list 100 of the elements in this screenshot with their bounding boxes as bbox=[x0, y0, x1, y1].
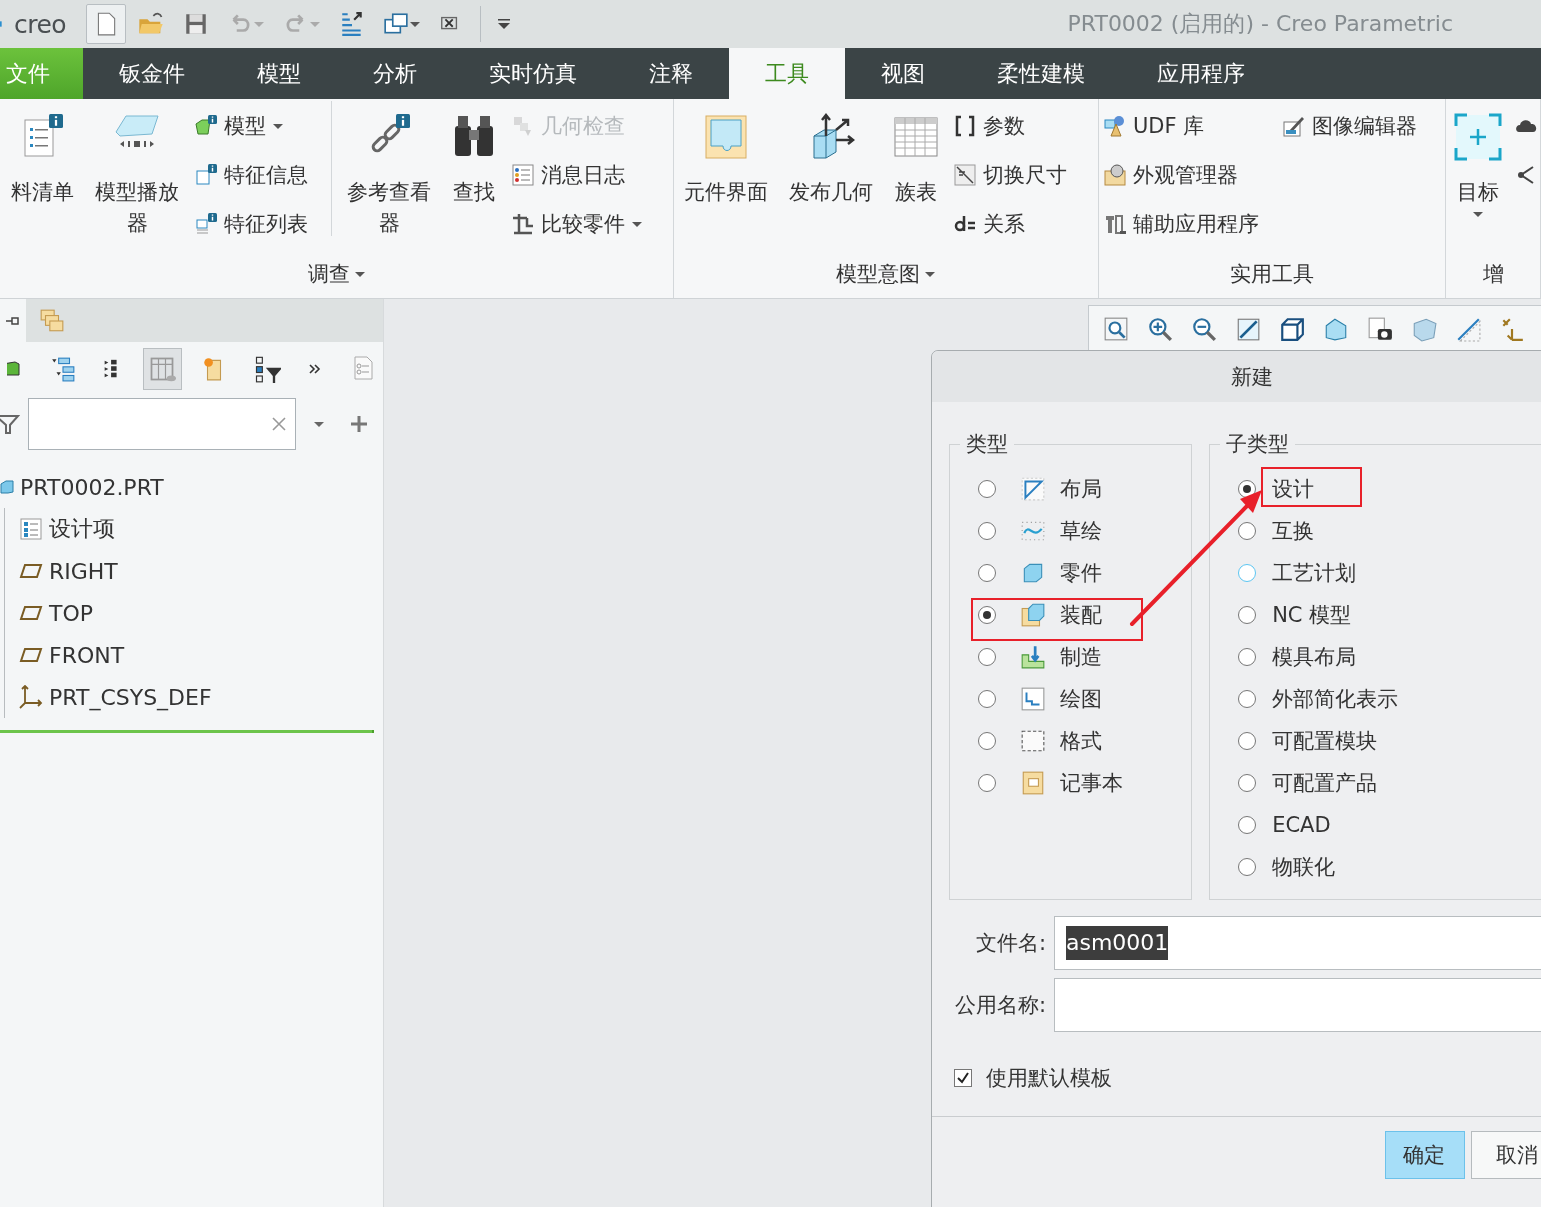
ribbon-button[interactable]: UDF 库 bbox=[1103, 101, 1273, 150]
ribbon-button[interactable]: 模型播放器 bbox=[89, 101, 185, 239]
option-label: 绘图 bbox=[1060, 686, 1102, 713]
ribbon-button[interactable]: 模型 bbox=[194, 101, 322, 150]
list-icon bbox=[19, 517, 43, 541]
cancel-button[interactable]: 取消 bbox=[1471, 1131, 1541, 1179]
radio-button[interactable] bbox=[1238, 480, 1257, 498]
folders-icon bbox=[39, 307, 65, 334]
search-field[interactable] bbox=[28, 398, 296, 450]
sketch-frame-icon bbox=[1020, 476, 1046, 502]
radio-button[interactable] bbox=[1238, 690, 1257, 708]
group-label[interactable]: 实用工具 bbox=[1099, 251, 1445, 297]
ribbon-button[interactable]: 消息日志 bbox=[511, 150, 671, 199]
radio-button[interactable] bbox=[1238, 522, 1257, 540]
ribbon-tab[interactable]: 柔性建模 bbox=[961, 48, 1121, 99]
tree-item[interactable]: RIGHT bbox=[49, 558, 118, 584]
ribbon-button[interactable]: 族表 bbox=[888, 101, 944, 208]
option-label: 格式 bbox=[1060, 728, 1102, 755]
new-button[interactable] bbox=[86, 4, 127, 44]
radio-button[interactable] bbox=[1238, 774, 1257, 792]
text-field[interactable]: asm0001 bbox=[1054, 916, 1541, 970]
app-logo: creo bbox=[14, 9, 67, 39]
option-label: 工艺计划 bbox=[1272, 560, 1357, 587]
option-label: 设计 bbox=[1272, 476, 1315, 503]
ribbon-button[interactable]: 外观管理器 bbox=[1103, 150, 1273, 199]
field-label: 公用名称: bbox=[953, 992, 1047, 1019]
radio-button[interactable] bbox=[978, 732, 996, 750]
option-label: 外部简化表示 bbox=[1272, 686, 1399, 713]
option-label: 记事本 bbox=[1060, 770, 1123, 797]
radio-button[interactable] bbox=[978, 690, 996, 708]
ok-button[interactable]: 确定 bbox=[1385, 1131, 1465, 1179]
ribbon-tab[interactable]: 分析 bbox=[337, 48, 453, 99]
ribbon-tab[interactable]: 应用程序 bbox=[1121, 48, 1281, 99]
ribbon-button[interactable]: 比较零件 bbox=[511, 199, 671, 248]
option-label: 制造 bbox=[1060, 644, 1102, 671]
checkbox-label: 使用默认模板 bbox=[986, 1065, 1112, 1092]
tree-item[interactable]: PRT0002.PRT bbox=[20, 474, 164, 500]
ribbon-tab[interactable]: 模型 bbox=[221, 48, 337, 99]
cube-icon bbox=[1323, 316, 1349, 342]
ribbon-button[interactable]: 料清单 bbox=[4, 101, 80, 208]
option-label: 可配置产品 bbox=[1272, 770, 1378, 797]
plane-icon bbox=[1455, 316, 1481, 342]
group-label[interactable]: 调查 bbox=[0, 251, 673, 297]
ribbon-tab[interactable]: 工具 bbox=[729, 48, 845, 99]
dimension-icon bbox=[953, 162, 977, 187]
cube-info-icon bbox=[194, 162, 218, 187]
radio-button[interactable] bbox=[978, 648, 996, 666]
coordinate-axes-icon bbox=[19, 685, 43, 709]
text-field[interactable] bbox=[1054, 978, 1541, 1032]
ribbon-button[interactable]: 参数 bbox=[953, 101, 1081, 150]
compare-icon bbox=[511, 211, 535, 236]
ribbon-tab[interactable]: 注释 bbox=[613, 48, 729, 99]
ribbon-button[interactable]: 关系 bbox=[953, 199, 1081, 248]
show-columns-button[interactable] bbox=[142, 348, 182, 390]
ribbon-tab[interactable]: 钣金件 bbox=[83, 48, 221, 99]
radio-button[interactable] bbox=[978, 774, 996, 792]
radio-button[interactable] bbox=[978, 480, 996, 498]
ribbon-button[interactable]: 发布几何 bbox=[783, 101, 879, 208]
checkbox[interactable] bbox=[954, 1069, 972, 1087]
dialog-title: 新建 bbox=[932, 351, 1541, 402]
ribbon-button[interactable]: 查找 bbox=[446, 101, 502, 208]
option-label: 可配置模块 bbox=[1272, 728, 1378, 755]
cube-icon bbox=[1279, 316, 1305, 342]
option-label: 互换 bbox=[1272, 518, 1315, 545]
ribbon-button[interactable]: 切换尺寸 bbox=[953, 150, 1081, 199]
radio-button[interactable] bbox=[978, 606, 996, 624]
ribbon-button[interactable]: 目标 bbox=[1450, 101, 1506, 220]
model-info-icon bbox=[194, 113, 218, 138]
radio-button[interactable] bbox=[978, 522, 996, 540]
ribbon-button[interactable]: 参考查看器 bbox=[341, 101, 437, 239]
ribbon-button[interactable]: 元件界面 bbox=[678, 101, 774, 208]
tree-item[interactable]: PRT_CSYS_DEF bbox=[49, 684, 212, 710]
radio-button[interactable] bbox=[1238, 816, 1257, 834]
ribbon-tab[interactable]: 实时仿真 bbox=[453, 48, 613, 99]
ribbon-tab[interactable]: 视图 bbox=[845, 48, 961, 99]
radio-button[interactable] bbox=[1238, 858, 1257, 876]
ribbon-button[interactable]: 图像编辑器 bbox=[1282, 101, 1432, 150]
option-label: 零件 bbox=[1060, 560, 1102, 587]
radio-button[interactable] bbox=[978, 564, 996, 582]
tree-item[interactable]: FRONT bbox=[49, 642, 125, 668]
group-label[interactable]: 模型意图 bbox=[674, 251, 1098, 297]
group-label[interactable]: 增 bbox=[1446, 251, 1540, 297]
clear-icon bbox=[271, 416, 287, 432]
group-title: 类型 bbox=[965, 431, 1009, 458]
radio-button[interactable] bbox=[1238, 648, 1257, 666]
ribbon-button[interactable]: 特征信息 bbox=[194, 150, 322, 199]
option-label: 模具布局 bbox=[1272, 644, 1357, 671]
option-label: 装配 bbox=[1060, 602, 1102, 629]
filter-icon bbox=[0, 414, 20, 434]
cube-icon bbox=[1020, 602, 1046, 628]
ribbon-button[interactable]: 特征列表 bbox=[194, 199, 322, 248]
radio-button[interactable] bbox=[1238, 606, 1257, 624]
ribbon-button[interactable]: 辅助应用程序 bbox=[1103, 199, 1273, 248]
panel-tab[interactable] bbox=[0, 299, 26, 342]
radio-button[interactable] bbox=[1238, 564, 1257, 582]
tree-item[interactable]: 设计项 bbox=[49, 514, 115, 544]
radio-button[interactable] bbox=[1238, 732, 1257, 750]
drawing-sheet-icon bbox=[1020, 686, 1046, 712]
cube-icon bbox=[7, 361, 23, 377]
tree-item[interactable]: TOP bbox=[49, 600, 94, 626]
